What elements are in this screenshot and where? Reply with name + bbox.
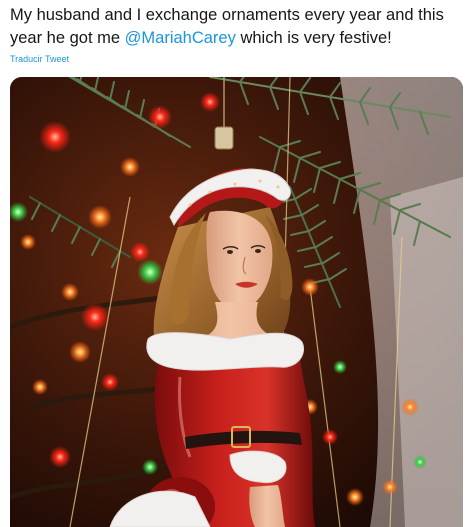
tweet-card: My husband and I exchange ornaments ever… — [0, 0, 471, 527]
ornament-photo-illustration — [10, 77, 463, 527]
translate-tweet-link[interactable]: Traducir Tweet — [10, 54, 69, 64]
tweet-text: My husband and I exchange ornaments ever… — [10, 4, 470, 50]
tweet-photo[interactable] — [10, 77, 463, 527]
mention-link[interactable]: @MariahCarey — [125, 29, 236, 47]
tweet-text-after: which is very festive! — [235, 29, 392, 47]
